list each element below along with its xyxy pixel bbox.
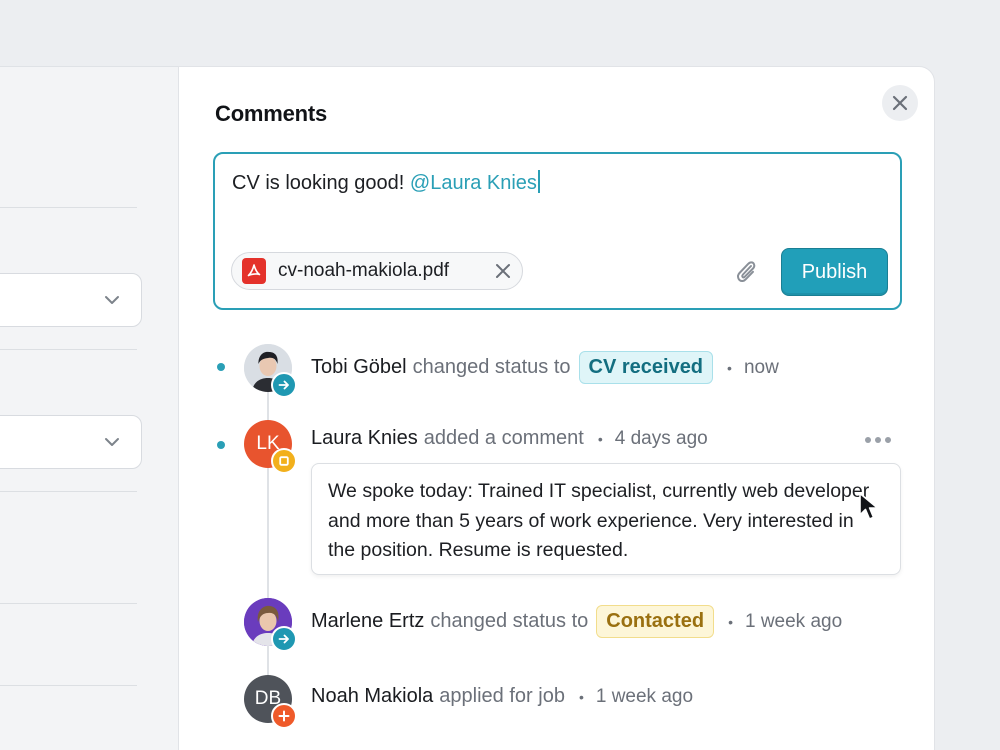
user-name[interactable]: Noah Makiola xyxy=(311,685,433,708)
publish-button[interactable]: Publish xyxy=(781,248,888,296)
close-icon xyxy=(892,95,908,111)
unread-indicator xyxy=(217,441,225,449)
separator-dot: • xyxy=(727,359,732,376)
timestamp: 1 week ago xyxy=(744,610,843,632)
unread-indicator xyxy=(217,363,225,371)
remove-attachment-icon[interactable] xyxy=(494,262,512,280)
arrow-right-icon xyxy=(278,380,289,390)
divider xyxy=(0,491,137,492)
timeline-entry: Laura Knies added a comment • 4 days ago xyxy=(311,427,708,450)
status-change-badge xyxy=(271,372,297,398)
background-form-panel xyxy=(0,66,180,750)
attachment-file-name: cv-noah-makiola.pdf xyxy=(278,260,450,281)
comment-input-text: CV is looking good! xyxy=(232,172,410,194)
user-name[interactable]: Tobi Göbel xyxy=(311,356,407,379)
background-select[interactable] xyxy=(0,273,142,327)
user-name[interactable]: Laura Knies xyxy=(311,427,418,450)
comment-body: We spoke today: Trained IT specialist, c… xyxy=(311,463,901,575)
separator-dot: • xyxy=(728,613,733,630)
panel-title: Comments xyxy=(215,101,328,126)
application-badge xyxy=(271,703,297,729)
arrow-right-icon xyxy=(278,634,289,644)
more-dots-icon xyxy=(875,437,881,443)
activity-action: applied for job xyxy=(439,685,565,707)
timeline-entry: Tobi Göbel changed status to CV received… xyxy=(311,351,779,384)
activity-action: changed status to xyxy=(430,610,589,632)
divider xyxy=(0,603,137,604)
mention-tag: @Laura Knies xyxy=(409,172,537,194)
chevron-down-icon xyxy=(105,438,119,446)
timestamp: 4 days ago xyxy=(614,427,708,449)
comment-input[interactable]: CV is looking good! @Laura Knies xyxy=(232,170,540,195)
status-badge: Contacted xyxy=(596,605,715,638)
background-select[interactable] xyxy=(0,415,142,469)
comment-badge xyxy=(271,448,297,474)
divider xyxy=(0,207,137,208)
user-name[interactable]: Marlene Ertz xyxy=(311,610,424,633)
comments-panel: Comments CV is looking good! @Laura Knie… xyxy=(178,66,935,750)
more-dots-icon xyxy=(885,437,891,443)
timestamp: now xyxy=(743,356,779,378)
close-button[interactable] xyxy=(882,85,918,121)
pdf-file-icon xyxy=(242,258,266,284)
separator-dot: • xyxy=(597,430,603,447)
attachment-chip[interactable]: cv-noah-makiola.pdf xyxy=(231,252,523,290)
more-options-button[interactable] xyxy=(865,433,895,447)
activity-action: changed status to xyxy=(412,356,571,378)
more-dots-icon xyxy=(865,437,871,443)
comment-composer[interactable]: CV is looking good! @Laura Knies cv-noah… xyxy=(213,152,902,310)
chevron-down-icon xyxy=(105,296,119,304)
activity-action: added a comment xyxy=(423,427,584,449)
text-caret xyxy=(537,170,540,193)
comment-icon xyxy=(279,456,289,466)
paperclip-icon[interactable] xyxy=(733,257,759,285)
divider xyxy=(0,685,137,686)
status-badge: CV received xyxy=(578,351,714,384)
separator-dot: • xyxy=(578,688,584,705)
divider xyxy=(0,349,137,350)
timestamp: 1 week ago xyxy=(595,685,694,707)
timeline-entry: Marlene Ertz changed status to Contacted… xyxy=(311,605,842,638)
plus-icon xyxy=(278,710,290,722)
status-change-badge xyxy=(271,626,297,652)
timeline-entry: Noah Makiola applied for job • 1 week ag… xyxy=(311,685,693,708)
